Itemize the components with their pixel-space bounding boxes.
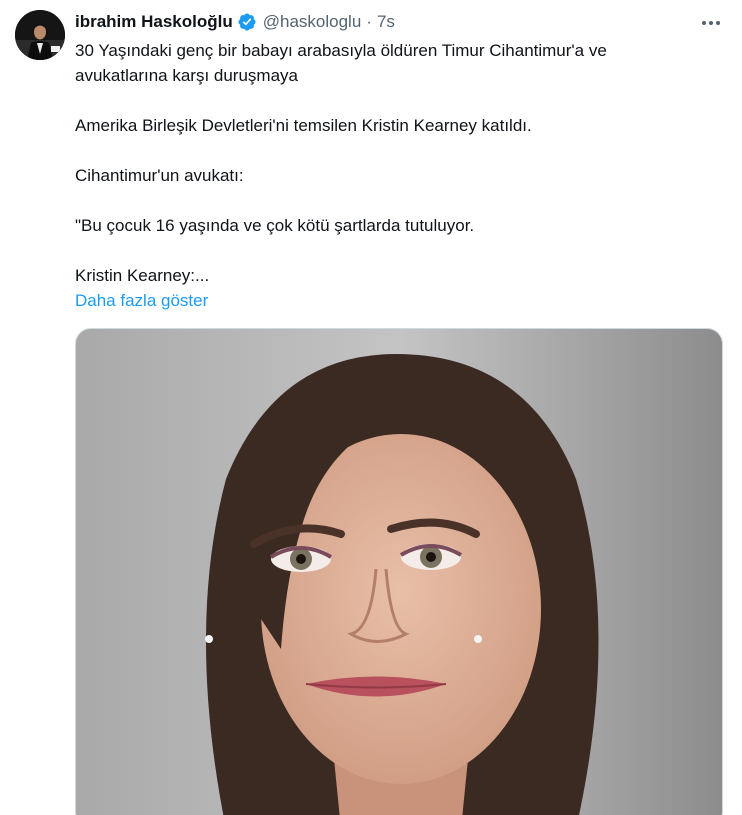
display-name[interactable]: ibrahim Haskoloğlu	[75, 12, 233, 32]
tweet-paragraph: "Bu çocuk 16 yaşında ve çok kötü şartlar…	[75, 216, 475, 235]
tweet-paragraph: 30 Yaşındaki genç bir babayı arabasıyla …	[75, 41, 607, 85]
tweet-paragraph: Kristin Kearney:...	[75, 266, 210, 285]
timestamp[interactable]: 7s	[377, 12, 395, 32]
tweet-paragraph: Cihantimur'un avukatı:	[75, 166, 244, 185]
show-more-link[interactable]: Daha fazla göster	[75, 288, 208, 313]
separator-dot: ·	[366, 12, 372, 31]
tweet: ibrahim Haskoloğlu @haskologlu · 7s 30 Y…	[0, 0, 742, 815]
more-horizontal-icon[interactable]	[700, 13, 722, 33]
tweet-header: ibrahim Haskoloğlu @haskologlu · 7s	[75, 10, 395, 34]
avatar[interactable]	[15, 10, 65, 60]
user-handle[interactable]: @haskologlu	[263, 12, 362, 32]
verified-badge-icon	[237, 12, 257, 32]
tweet-paragraph: Amerika Birleşik Devletleri'ni temsilen …	[75, 116, 532, 135]
tweet-media-photo[interactable]	[75, 328, 723, 815]
tweet-text: 30 Yaşındaki genç bir babayı arabasıyla …	[75, 38, 695, 288]
